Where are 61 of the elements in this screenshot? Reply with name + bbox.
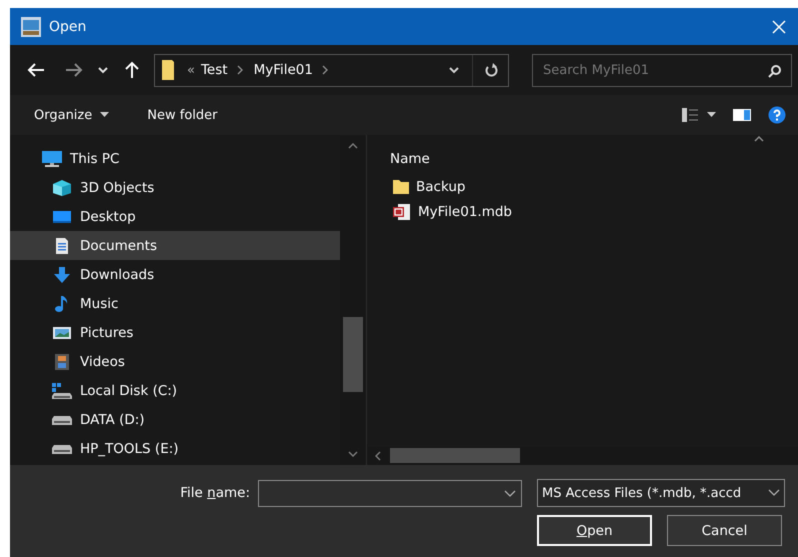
new-folder-button[interactable]: New folder (139, 100, 226, 130)
sort-up-icon (754, 136, 764, 142)
refresh-icon (484, 62, 498, 78)
chevron-icon (320, 65, 329, 75)
dialog-button[interactable]: Cancel (667, 515, 782, 546)
up-caret-icon (348, 143, 358, 149)
preview-pane-icon (732, 108, 752, 122)
address-bar[interactable]: « Test MyFile01 (154, 54, 509, 86)
database-file-icon (392, 202, 412, 220)
file-name-field[interactable] (258, 480, 522, 506)
file-type-dropdown[interactable]: MS Access Files (*.mdb, *.accd (537, 479, 785, 507)
navigation-item[interactable]: HP_TOOLS (E:) (10, 434, 340, 463)
caret-icon (449, 66, 459, 74)
close-icon (772, 20, 786, 34)
caret-icon (504, 490, 516, 498)
navigation-item[interactable]: Music (10, 289, 340, 318)
navigation-item[interactable]: Desktop (10, 202, 340, 231)
details-view-icon (681, 107, 699, 123)
drive-icon (51, 414, 73, 426)
down-caret-icon (348, 451, 358, 457)
computer-icon (41, 150, 63, 168)
caret-icon (98, 66, 108, 74)
navigation-item[interactable]: Pictures (10, 318, 340, 347)
navigation-item[interactable]: Videos (10, 347, 340, 376)
dialog-button[interactable]: Open (537, 515, 652, 546)
caret-icon (100, 112, 110, 118)
column-header[interactable]: Name (390, 151, 430, 167)
app-icon (20, 16, 42, 38)
caret-icon (707, 112, 716, 118)
file-name-label: File name: (179, 485, 250, 501)
navigation-item[interactable]: DATA (D:) (10, 405, 340, 434)
scroll-thumb[interactable] (390, 448, 520, 463)
overflow-chevron[interactable]: « (187, 62, 195, 78)
drive-icon (51, 442, 73, 454)
folder-icon (392, 178, 410, 196)
desktop-icon (51, 208, 73, 224)
navigation-item[interactable]: Local Disk (C:) (10, 376, 340, 405)
file-item[interactable]: MyFile01.mdb (367, 199, 612, 224)
window-title: Open (49, 18, 86, 34)
breadcrumb-item[interactable]: MyFile01 (254, 62, 313, 78)
organize-menu[interactable]: Organize (26, 100, 118, 130)
navigation-item[interactable]: This PC (10, 144, 340, 173)
file-item[interactable]: Backup (367, 174, 612, 199)
navigation-item[interactable]: 3D Objects (10, 173, 340, 202)
picture-icon (51, 324, 73, 340)
caret-icon (768, 489, 780, 497)
chevron-icon (236, 65, 244, 75)
navigation-item[interactable]: Downloads (10, 260, 340, 289)
breadcrumb-item[interactable]: Test (200, 62, 228, 78)
up-arrow-icon (125, 61, 139, 79)
search-icon (768, 64, 782, 78)
scroll-thumb[interactable] (342, 317, 362, 392)
help-icon (768, 106, 786, 124)
drive-icon (51, 382, 73, 400)
right-arrow-icon (65, 63, 83, 77)
left-arrow-icon (27, 63, 45, 77)
navigation-item[interactable]: Documents (10, 231, 340, 260)
left-caret-icon (375, 450, 381, 460)
cube-icon (51, 178, 73, 196)
search-field[interactable]: Search MyFile01 (532, 54, 792, 86)
download-icon (51, 266, 73, 284)
